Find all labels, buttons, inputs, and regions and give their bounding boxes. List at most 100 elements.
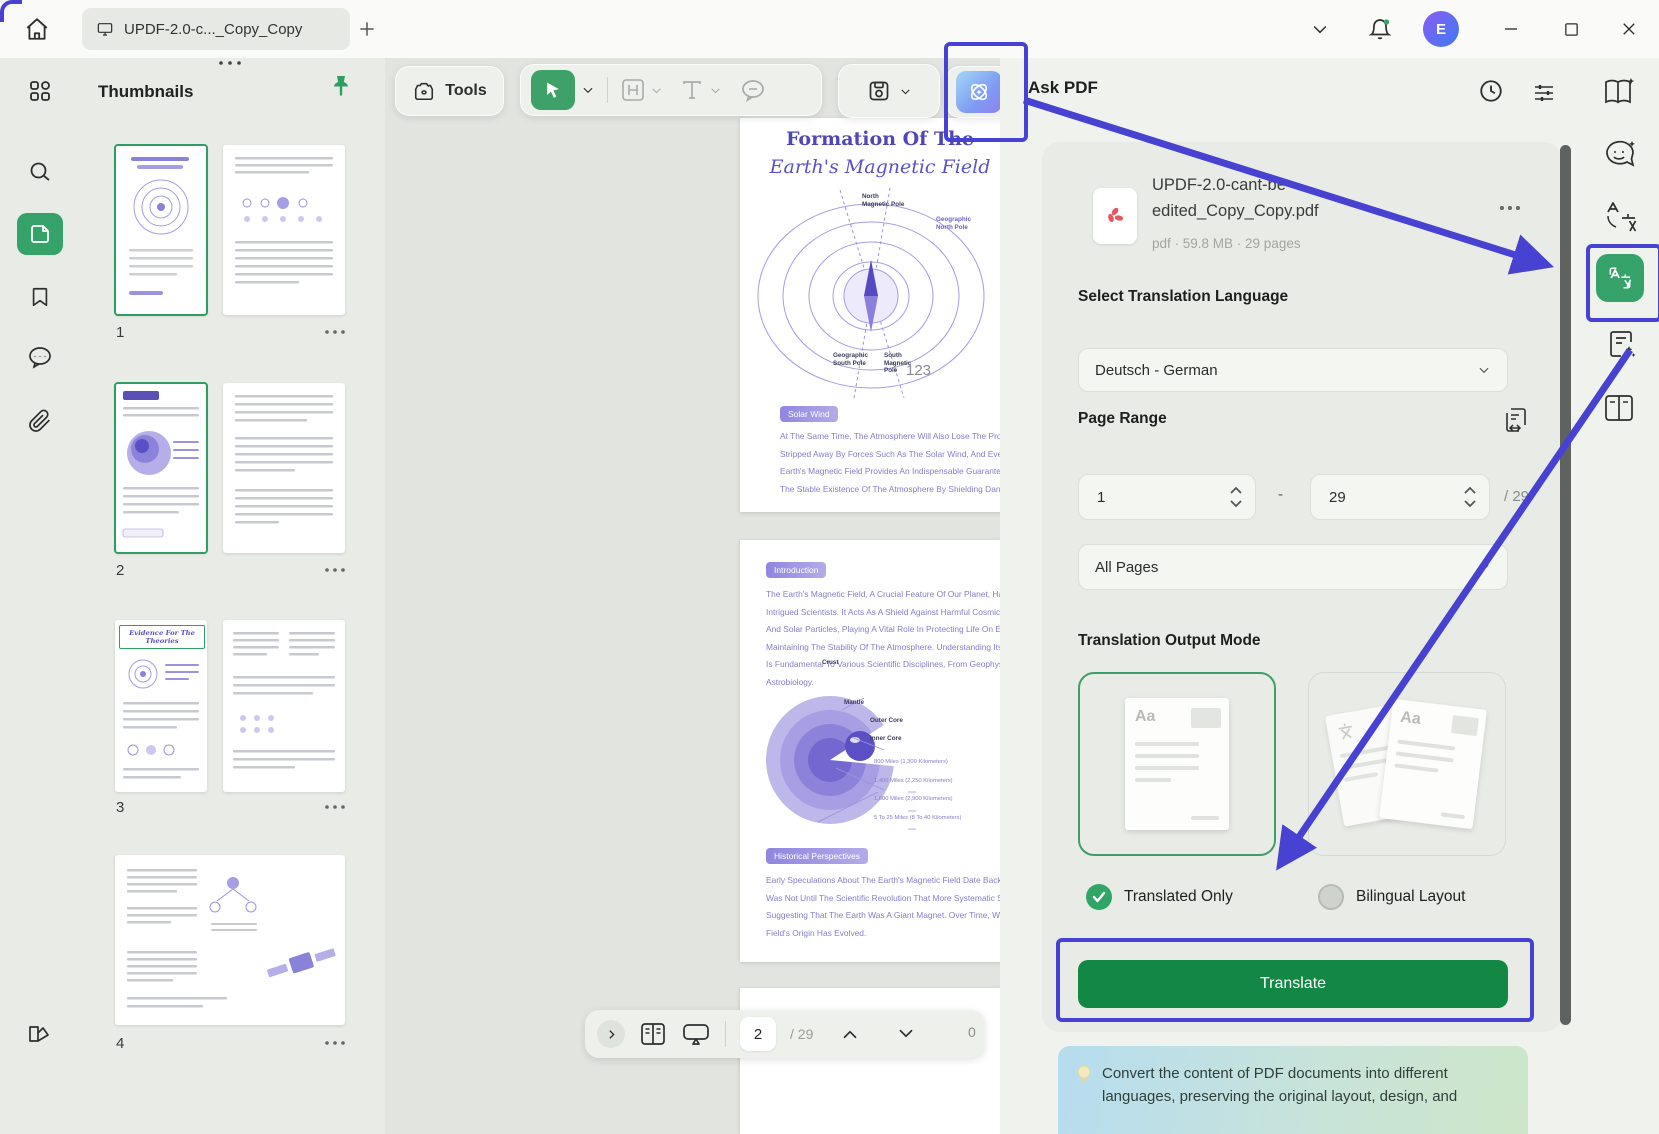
- thumbnail-selected-title: Evidence For The Theories: [119, 625, 205, 649]
- document-tab[interactable]: UPDF-2.0-c..._Copy_Copy: [82, 8, 350, 50]
- thumb-deco: [223, 620, 345, 792]
- ai-chat-button[interactable]: [1602, 138, 1638, 172]
- file-more-button[interactable]: [1496, 204, 1524, 212]
- panel-drag-handle[interactable]: [213, 58, 247, 68]
- language-section-label: Select Translation Language: [1078, 288, 1288, 306]
- chevron-down-icon[interactable]: [899, 85, 912, 98]
- page-range-label: Page Range: [1078, 410, 1167, 428]
- page-number-value: 2: [754, 1026, 762, 1043]
- toolbox-icon: [412, 80, 436, 102]
- notifications-button[interactable]: [1363, 12, 1397, 46]
- text-tool-button[interactable]: [679, 77, 722, 103]
- more-icon: [322, 1039, 348, 1047]
- maximize-button[interactable]: [1554, 12, 1588, 46]
- thumbnail-more-button[interactable]: [322, 803, 348, 811]
- expand-panel-button[interactable]: [597, 1020, 625, 1048]
- book-sparkle-icon: [1602, 76, 1638, 108]
- tip-text: Convert the content of PDF documents int…: [1102, 1062, 1510, 1134]
- thumbnail-page-number: 3: [116, 799, 124, 816]
- measurement-line: 800 Miles (1,300 Kilometers): [874, 753, 961, 772]
- monitor-icon: [96, 21, 114, 37]
- line-deco: [1441, 812, 1465, 819]
- thumbnail-page-3-right[interactable]: [223, 620, 345, 792]
- body-line: Earth's Magnetic Field Provides An Indis…: [780, 463, 1002, 481]
- sidebar-item-grid-view[interactable]: [17, 70, 63, 112]
- annotation-box-translate-button: [1056, 938, 1534, 1022]
- sidebar-item-search[interactable]: [17, 151, 63, 193]
- thumbnail-page-2-left[interactable]: [115, 383, 207, 553]
- thumbnail-more-button[interactable]: [322, 1039, 348, 1047]
- select-tool-button[interactable]: [531, 70, 575, 110]
- diagram-label-geographic-south-pole: Geographic South Pole: [833, 352, 868, 367]
- line-deco: [1394, 763, 1438, 772]
- pdf-page-1[interactable]: Formation Of The Earth's Magnetic Field …: [740, 118, 1002, 512]
- translated-only-label: Translated Only: [1124, 888, 1233, 906]
- heading-tool-button[interactable]: [620, 77, 663, 103]
- collapse-toolbar-button[interactable]: [1303, 12, 1337, 46]
- measurement-line: 5 To 25 Miles (8 To 40 Kilometers): [874, 809, 961, 828]
- thumbnail-more-button[interactable]: [322, 328, 348, 336]
- minimize-button[interactable]: [1494, 12, 1528, 46]
- file-name-line1: UPDF-2.0-cant-be: [1152, 172, 1432, 198]
- presentation-mode-button[interactable]: [681, 1021, 711, 1047]
- thumbnail-page-3-left[interactable]: Evidence For The Theories: [115, 620, 207, 792]
- pdf-page-2[interactable]: Introduction The Earth's Magnetic Field,…: [740, 540, 1002, 962]
- sidebar-item-bookmarks[interactable]: [17, 276, 63, 318]
- window-corner-accent: [0, 0, 22, 22]
- ai-summary-button[interactable]: [1602, 76, 1638, 108]
- chevron-down-icon[interactable]: [581, 83, 595, 97]
- chinese-glyph-icon: [1334, 719, 1357, 742]
- measurement-line: 1,400 Miles (2,250 Kilometers): [874, 772, 961, 791]
- cursor-icon: [543, 80, 563, 100]
- comment-bubble-icon: [740, 78, 766, 102]
- custom-range-button[interactable]: [1502, 406, 1530, 436]
- chevron-down-icon: [1477, 560, 1491, 574]
- two-page-view-button[interactable]: [639, 1021, 667, 1047]
- translated-only-card[interactable]: Aa: [1078, 672, 1276, 856]
- previous-page-button[interactable]: [841, 1027, 859, 1041]
- new-tab-button[interactable]: [350, 12, 384, 46]
- sidebar-item-comments[interactable]: [17, 336, 63, 378]
- thumb-deco: [223, 383, 345, 553]
- pdf-file-icon: [1093, 188, 1137, 244]
- bilingual-layout-option[interactable]: Bilingual Layout: [1318, 884, 1465, 910]
- close-button[interactable]: [1612, 12, 1646, 46]
- translate-a-wen-icon: [1604, 200, 1638, 234]
- page-range-from-stepper[interactable]: 1: [1078, 474, 1256, 520]
- chevron-right-icon: [605, 1028, 618, 1041]
- sidebar-item-thumbnails[interactable]: [17, 213, 63, 255]
- save-button[interactable]: [867, 79, 891, 103]
- body-line: Stripped Away By Forces Such As The Sola…: [780, 446, 1002, 464]
- history-button[interactable]: [1478, 78, 1504, 104]
- page-layout-button[interactable]: [1602, 392, 1636, 424]
- sidebar-item-reading-mode[interactable]: [17, 1013, 63, 1055]
- bilingual-layout-card[interactable]: Aa: [1308, 672, 1506, 856]
- settings-button[interactable]: [1532, 80, 1556, 104]
- next-page-button[interactable]: [897, 1027, 915, 1041]
- stepper-arrows-icon: [1463, 484, 1477, 510]
- body-line: Suggesting That The Earth Was A Giant Ma…: [766, 907, 1002, 925]
- thumbnail-page-1-right[interactable]: [223, 145, 345, 315]
- language-dropdown[interactable]: Deutsch - German: [1078, 348, 1508, 392]
- page-range-total: / 29: [1504, 488, 1529, 505]
- thumbnail-more-button[interactable]: [322, 566, 348, 574]
- thumbnail-page-1-left[interactable]: [115, 145, 207, 315]
- bottombar-divider: [725, 1021, 726, 1047]
- home-button[interactable]: [20, 12, 54, 46]
- translated-only-option[interactable]: Translated Only: [1086, 884, 1233, 910]
- pin-panel-button[interactable]: [330, 74, 352, 100]
- comment-tool-button[interactable]: [740, 78, 766, 102]
- account-avatar[interactable]: E: [1423, 11, 1459, 47]
- page-range-to-stepper[interactable]: 29: [1310, 474, 1490, 520]
- page-scope-dropdown[interactable]: All Pages: [1078, 544, 1508, 590]
- ai-notes-button[interactable]: [1604, 328, 1638, 362]
- thumbnail-page-2-right[interactable]: [223, 383, 345, 553]
- image-placeholder: [1451, 715, 1479, 736]
- panel-scrollbar[interactable]: [1560, 145, 1571, 1025]
- translate-tools-button[interactable]: [1604, 200, 1638, 234]
- sidebar-item-attachments[interactable]: [17, 400, 63, 442]
- tools-button[interactable]: Tools: [395, 66, 504, 116]
- page-number-input[interactable]: 2: [740, 1017, 776, 1051]
- pdf-title-line2: Earth's Magnetic Field: [740, 156, 1002, 178]
- thumbnail-page-4[interactable]: [115, 855, 345, 1025]
